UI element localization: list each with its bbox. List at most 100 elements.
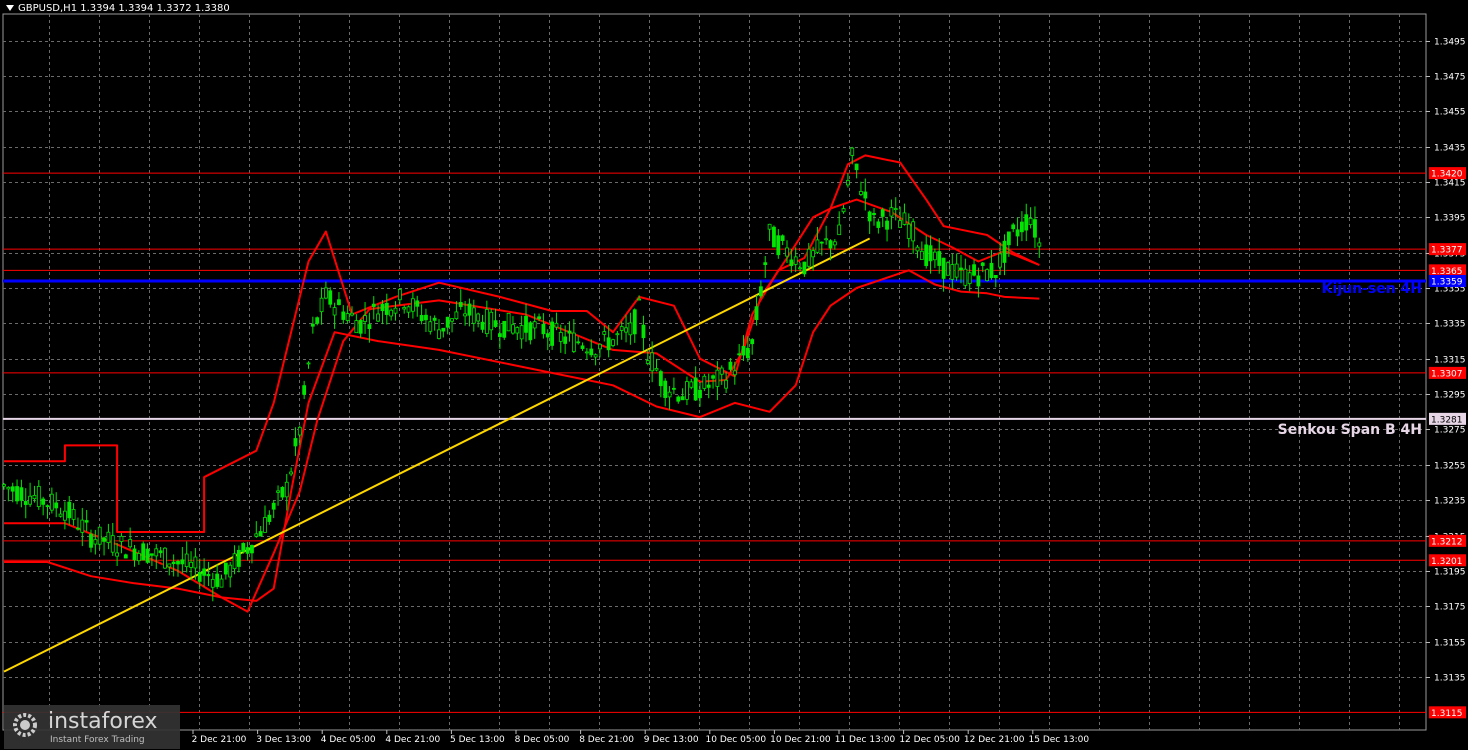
candle-body: [350, 312, 354, 316]
candle-body: [45, 505, 50, 508]
candle-body: [206, 573, 211, 577]
price-tick-label: 1.3475: [1434, 73, 1466, 83]
candle-body: [650, 352, 655, 372]
candle-body: [406, 306, 411, 313]
candle-body: [759, 286, 763, 297]
candle-body: [680, 396, 685, 401]
indicator-line: [4, 198, 1040, 613]
candle-body: [772, 226, 776, 248]
time-tick-label: 10 Dec 21:00: [770, 735, 831, 745]
price-tick-label: 1.3195: [1434, 568, 1466, 578]
candle-body: [911, 221, 916, 242]
time-tick-label: 3 Dec 13:00: [256, 735, 311, 745]
candle-body: [893, 208, 898, 210]
candle-body: [1015, 229, 1020, 237]
candle-body: [476, 313, 481, 322]
candle-body: [132, 548, 137, 561]
candle-body: [267, 514, 272, 522]
candle-body: [1033, 219, 1037, 238]
candle-body: [306, 362, 311, 365]
candle-body: [993, 275, 998, 279]
candle-body: [384, 302, 389, 315]
candle-body: [880, 209, 885, 217]
symbol-ohlc-text: GBPUSD,H1 1.3394 1.3394 1.3372 1.3380: [18, 3, 230, 14]
candle-body: [232, 553, 237, 570]
candle-body: [28, 495, 33, 505]
candle-body: [128, 539, 133, 548]
candle-body: [184, 553, 189, 568]
candle-body: [480, 321, 485, 330]
candle-body: [919, 250, 924, 260]
candle-body: [780, 235, 785, 241]
candle-body: [750, 339, 755, 345]
candle-body: [937, 251, 942, 266]
candles: [2, 146, 1042, 602]
candle-body: [828, 240, 833, 249]
candle-body: [832, 241, 837, 246]
candle-body: [515, 327, 520, 334]
candle-body: [737, 353, 742, 356]
candle-body: [872, 212, 876, 216]
candle-body: [215, 573, 220, 587]
candle-body: [158, 550, 163, 554]
candle-body: [946, 262, 950, 276]
candle-body: [589, 348, 594, 356]
candle-body: [367, 324, 372, 330]
candle-body: [136, 553, 141, 562]
candle-body: [41, 498, 46, 505]
candle-body: [980, 262, 985, 266]
candle-body: [297, 426, 302, 436]
symbol-header: GBPUSD,H1 1.3394 1.3394 1.3372 1.3380: [6, 3, 230, 14]
candle-body: [524, 315, 528, 333]
collapse-triangle-icon[interactable]: [6, 5, 14, 11]
candle-body: [658, 371, 663, 387]
time-tick-label: 15 Dec 13:00: [1029, 735, 1090, 745]
candle-body: [93, 539, 98, 545]
candle-body: [606, 337, 611, 351]
candle-body: [441, 327, 446, 332]
candle-body: [950, 264, 955, 280]
candle-body: [532, 321, 537, 329]
candle-body: [598, 343, 602, 350]
candle-body: [71, 509, 76, 520]
candle-body: [1028, 218, 1033, 225]
candle-body: [672, 387, 676, 390]
price-tick-label: 1.3235: [1434, 497, 1466, 507]
candle-body: [689, 381, 694, 388]
candle-body: [167, 563, 172, 568]
price-tick-label: 1.3335: [1434, 320, 1466, 330]
candle-body: [263, 517, 267, 533]
candle-body: [898, 220, 902, 228]
candle-body: [454, 311, 459, 320]
candle-body: [628, 322, 633, 336]
candle-body: [941, 257, 946, 279]
level-price-label: 1.3212: [1431, 537, 1463, 547]
candle-body: [432, 317, 437, 321]
time-tick-label: 2 Dec 21:00: [192, 735, 247, 745]
candle-body: [15, 486, 19, 502]
candle-body: [419, 315, 424, 322]
candle-body: [719, 367, 724, 375]
candle-body: [389, 309, 394, 317]
price-tick-label: 1.3395: [1434, 214, 1466, 224]
candle-body: [841, 208, 846, 213]
candle-body: [585, 351, 589, 354]
candle-body: [846, 180, 850, 186]
candle-body: [698, 389, 702, 399]
time-tick-label: 11 Dec 13:00: [835, 735, 896, 745]
candle-body: [258, 531, 263, 537]
candle-body: [463, 313, 468, 317]
candle-body: [119, 535, 124, 542]
candle-body: [785, 247, 789, 257]
candle-body: [576, 341, 581, 344]
time-tick-label: 8 Dec 05:00: [515, 735, 570, 745]
candle-body: [776, 235, 781, 256]
candle-body: [123, 554, 128, 559]
instaforex-watermark: instaforex Instant Forex Trading: [4, 705, 180, 749]
candle-body: [202, 568, 207, 576]
candle-body: [806, 248, 811, 267]
candle-body: [450, 318, 454, 322]
candle-body: [593, 354, 598, 358]
candle-body: [293, 438, 298, 447]
candle-body: [354, 320, 359, 334]
